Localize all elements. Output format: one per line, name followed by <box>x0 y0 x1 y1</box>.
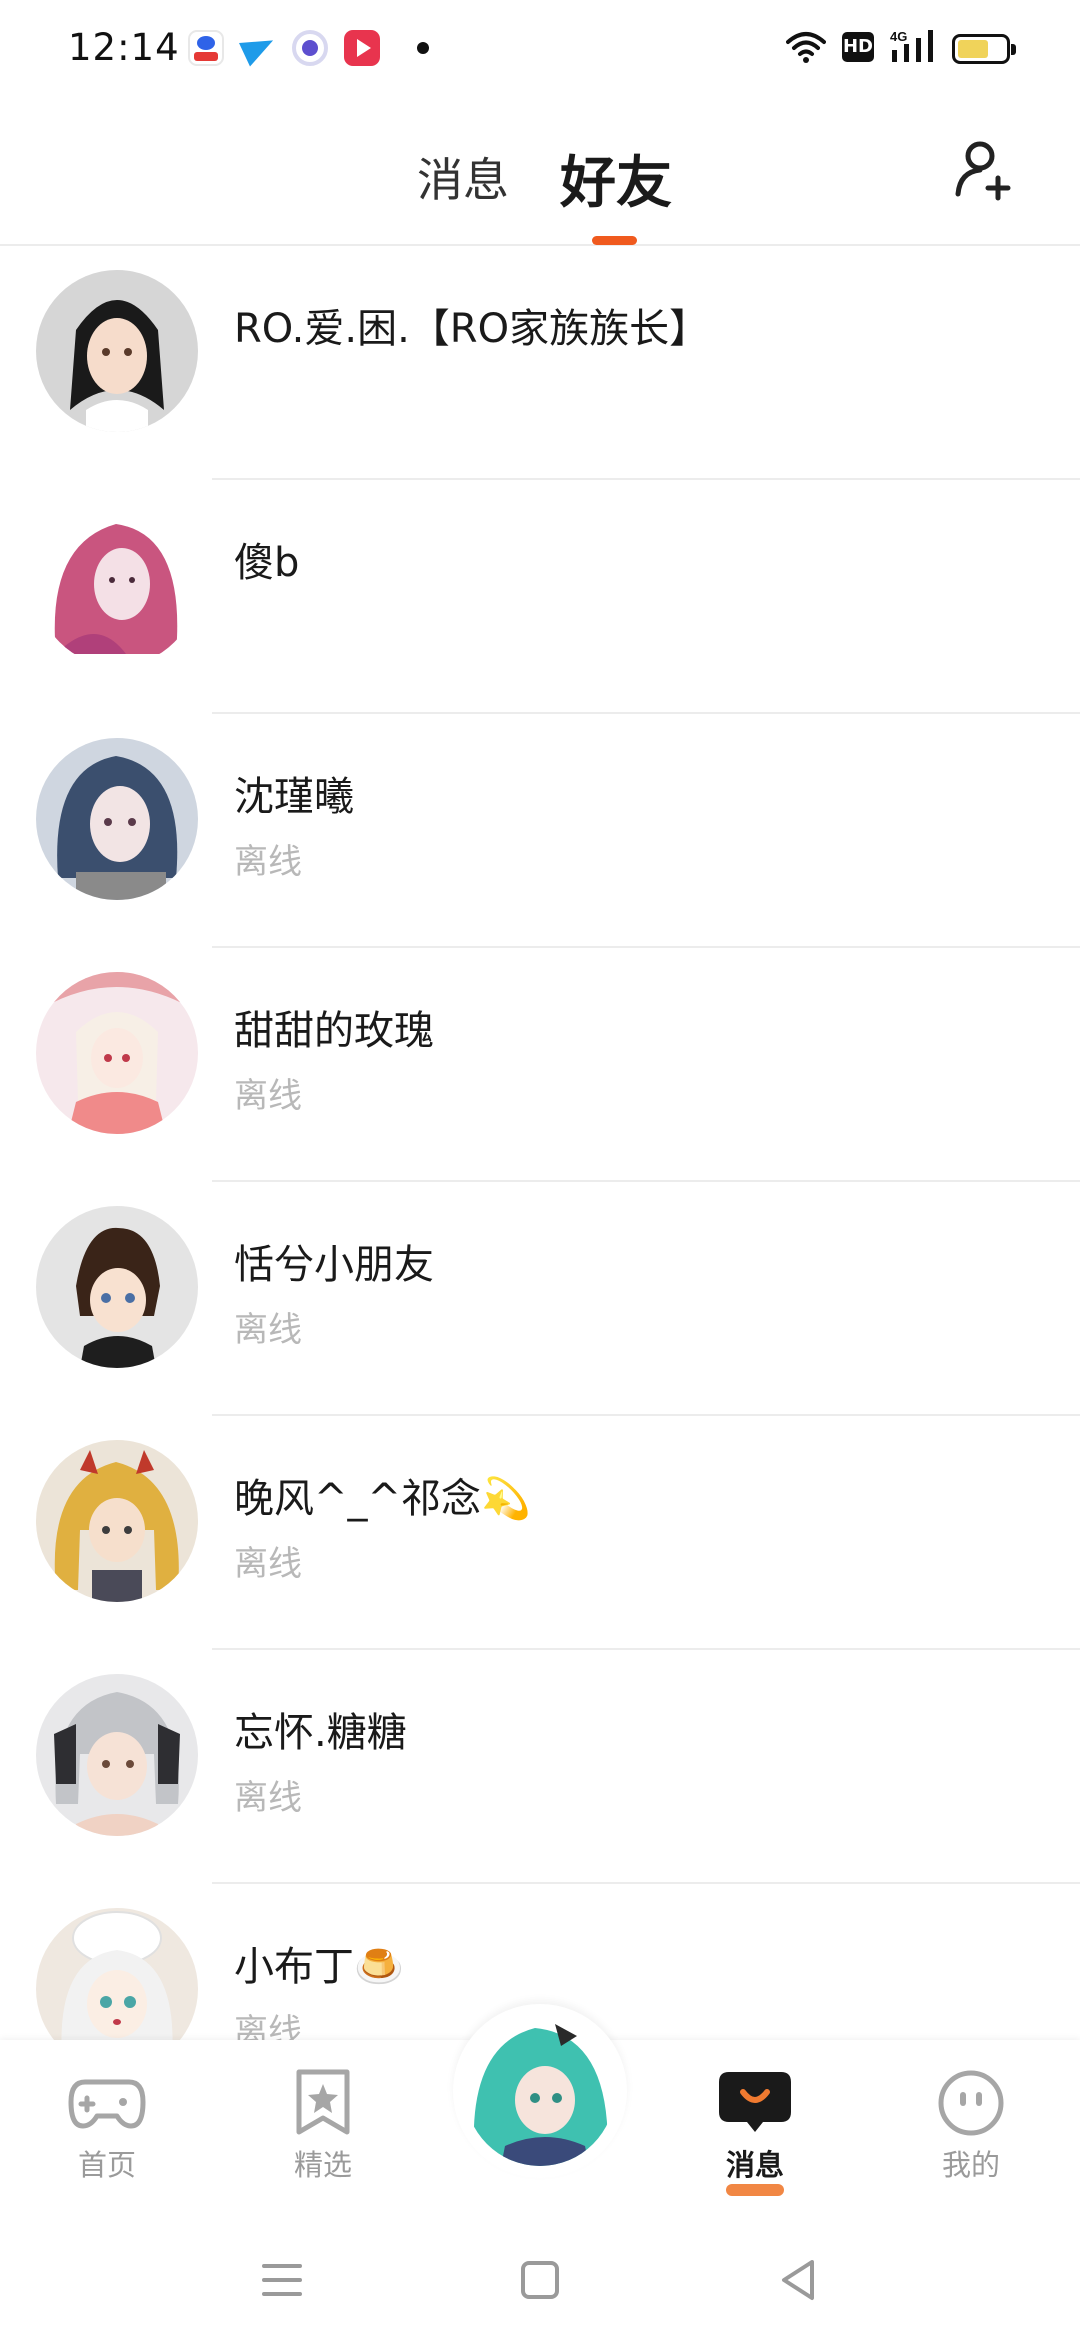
friend-name: 沈瑾曦 <box>234 774 354 820</box>
friend-list-item[interactable]: 恬兮小朋友 离线 <box>0 1182 1080 1416</box>
active-nav-indicator <box>726 2184 784 2196</box>
nav-item-messages[interactable]: 消息 <box>690 2068 820 2196</box>
friend-avatar[interactable] <box>36 1206 198 1368</box>
nav-item-home[interactable]: 首页 <box>42 2068 172 2184</box>
top-tab-bar: 消息 好友 <box>0 96 1080 246</box>
status-time: 12:14 <box>68 26 180 69</box>
circle-app-icon <box>292 30 328 66</box>
battery-icon <box>952 34 1016 64</box>
friend-avatar[interactable] <box>36 1674 198 1836</box>
center-avatar[interactable] <box>465 2016 615 2166</box>
friend-status: 离线 <box>234 1778 302 1818</box>
nav-item-featured[interactable]: 精选 <box>258 2068 388 2184</box>
back-triangle-icon[interactable] <box>768 2250 828 2310</box>
status-bar: 12:14 HD 4G <box>0 0 1080 96</box>
nav-item-mine[interactable]: 我的 <box>906 2068 1036 2184</box>
friend-name: 小布丁🍮 <box>234 1944 404 1990</box>
bottom-navigation: 首页 精选 消息 我的 <box>0 2004 1080 2220</box>
friend-status: 离线 <box>234 1544 302 1584</box>
more-notifications-dot-icon <box>417 42 429 54</box>
friend-avatar[interactable] <box>36 738 198 900</box>
nav-label-featured: 精选 <box>293 2148 352 2182</box>
nav-label-messages: 消息 <box>725 2148 784 2182</box>
friend-status: 离线 <box>234 1076 302 1116</box>
chat-bubble-icon <box>719 2072 791 2132</box>
friend-list-item[interactable]: 晚风^_^祁念💫 离线 <box>0 1416 1080 1650</box>
friend-avatar[interactable] <box>36 1908 198 2040</box>
add-user-icon[interactable] <box>952 138 1016 202</box>
friend-avatar[interactable] <box>36 504 198 666</box>
video-play-app-icon <box>344 30 380 66</box>
friend-list-item[interactable]: RO.爱.困.【RO家族族长】 <box>0 246 1080 480</box>
friend-list-item[interactable]: 忘怀.糖糖 离线 <box>0 1650 1080 1884</box>
friend-list-item[interactable]: 沈瑾曦 离线 <box>0 714 1080 948</box>
system-navigation-bar <box>0 2220 1080 2340</box>
gamepad-icon <box>68 2079 146 2129</box>
star-bookmark-icon <box>296 2069 350 2135</box>
signal-strength-icon: 4G <box>890 29 933 62</box>
friend-list-item[interactable]: 甜甜的玫瑰 离线 <box>0 948 1080 1182</box>
friend-avatar[interactable] <box>36 972 198 1134</box>
baidu-app-icon <box>188 30 224 66</box>
friend-name: 忘怀.糖糖 <box>234 1710 407 1756</box>
friend-avatar[interactable] <box>36 270 198 432</box>
network-type-label: 4G <box>890 29 907 44</box>
friend-name: 晚风^_^祁念💫 <box>234 1476 531 1522</box>
friend-status: 离线 <box>234 1310 302 1350</box>
friend-status: 离线 <box>234 2012 302 2040</box>
friend-list: RO.爱.困.【RO家族族长】 傻b 沈瑾曦 离线 甜甜的玫瑰 离线 恬兮小朋友… <box>0 246 1080 2040</box>
friend-status: 离线 <box>234 842 302 882</box>
battery-fill <box>958 40 989 58</box>
nav-label-mine: 我的 <box>941 2148 1000 2182</box>
friend-name: 傻b <box>234 540 300 586</box>
friend-name: 恬兮小朋友 <box>234 1242 434 1288</box>
hd-voice-badge: HD <box>842 32 874 62</box>
face-icon <box>938 2070 1004 2136</box>
friend-list-item[interactable]: 傻b <box>0 480 1080 714</box>
paper-plane-app-icon <box>240 30 276 66</box>
menu-icon[interactable] <box>252 2250 312 2310</box>
tab-friends[interactable]: 好友 <box>560 138 672 219</box>
friend-name: RO.爱.困.【RO家族族长】 <box>234 306 710 352</box>
nav-label-home: 首页 <box>77 2148 136 2182</box>
wifi-icon <box>786 32 826 63</box>
friend-avatar[interactable] <box>36 1440 198 1602</box>
friend-name: 甜甜的玫瑰 <box>234 1008 434 1054</box>
active-tab-indicator <box>592 236 637 245</box>
tab-messages[interactable]: 消息 <box>417 144 509 210</box>
home-square-icon[interactable] <box>510 2250 570 2310</box>
center-avatar-button[interactable] <box>453 2004 627 2178</box>
